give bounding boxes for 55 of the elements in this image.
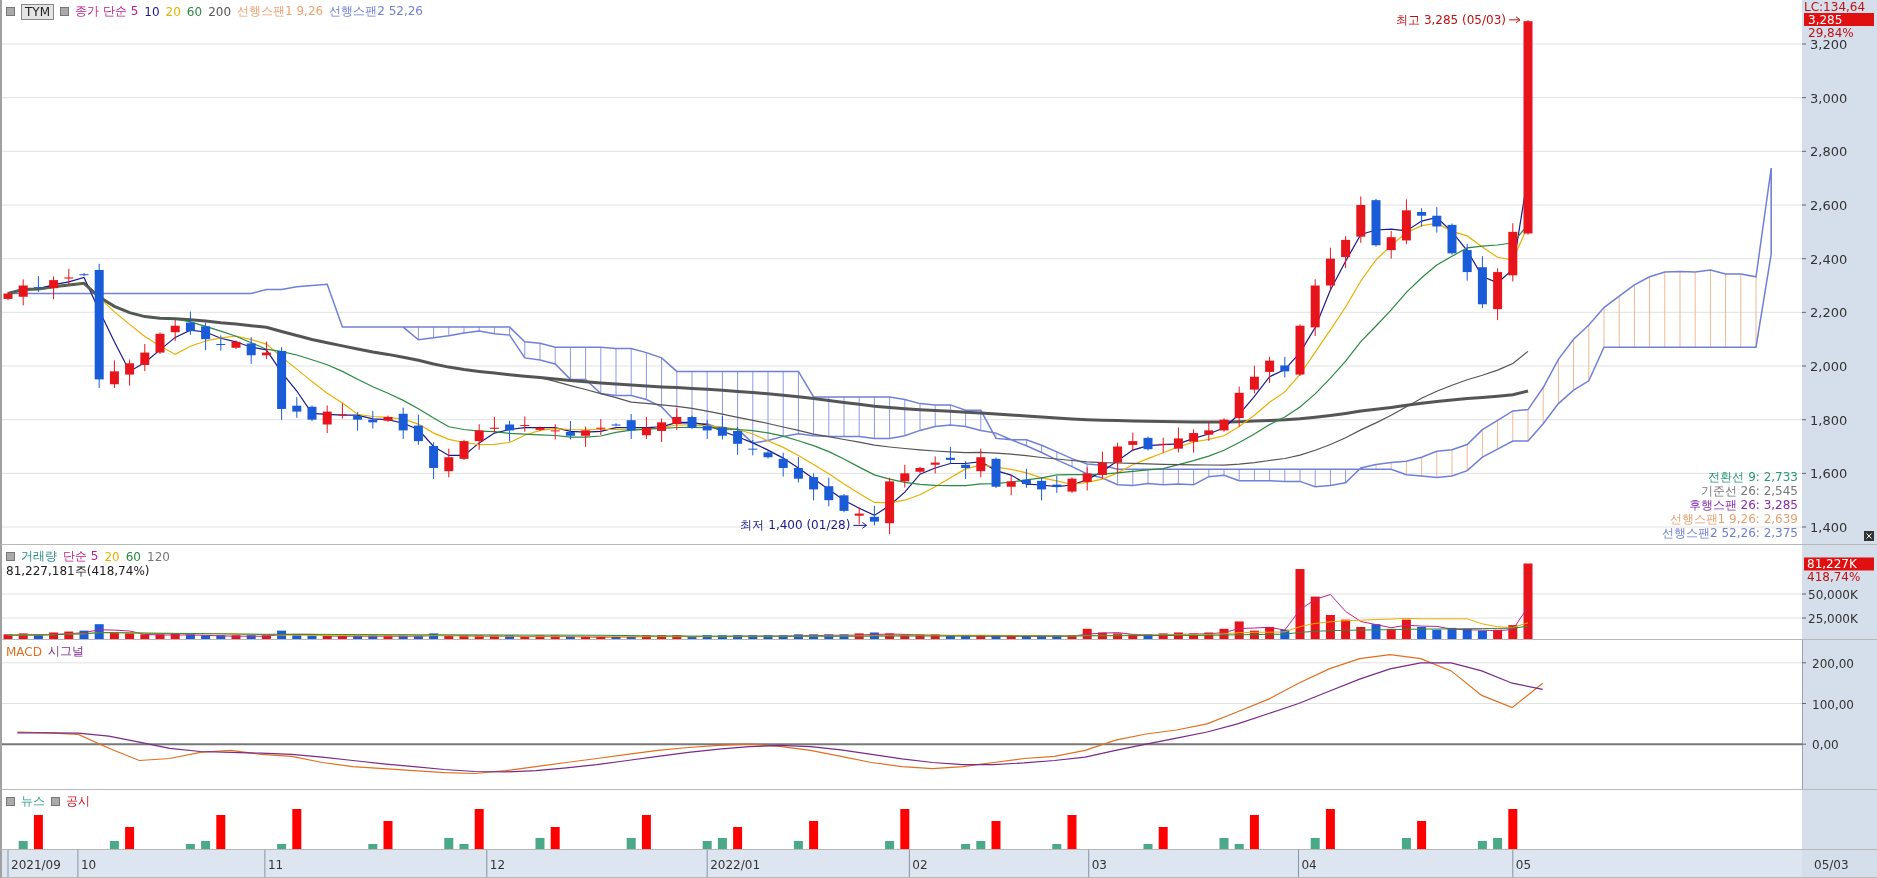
legend-label: 종가 단순 5 [75,3,139,20]
legend-label: 시그널 [48,643,84,660]
date-label: 05/03 [1814,858,1849,872]
lc-label: LC:134,64 [1804,0,1866,14]
volume-summary: 81,227,181주(418,74%) [6,563,150,580]
legend-label: 20 [165,4,181,19]
date-label: 12 [489,858,506,872]
high-price-label: 최고 3,285 (05/03) [1396,12,1506,27]
date-label: 2021/09 [11,858,61,872]
legend-label: MACD [6,644,42,659]
change-label: 29,84% [1808,26,1854,40]
date-label: 11 [267,858,284,872]
axis-label: 1,600 [1810,466,1848,482]
legend-label: 공시 [66,793,90,810]
indicator-reading: 선행스팬1 9,26: 2,639 [1669,512,1798,526]
axis-label: 3,200 [1810,37,1848,52]
axis-label: 2,400 [1810,251,1848,267]
legend-label: 거래량 [21,548,57,565]
date-label: 05 [1515,858,1532,872]
ratio-label: 418,74% [1807,570,1861,585]
legend-label: 200 [208,4,232,19]
legend-label: 10 [144,4,160,19]
price-badge: 3,285 [1804,13,1874,27]
indicator-reading: 전환선 9: 2,733 [1708,470,1798,484]
indicator-reading: 후행스팬 26: 3,285 [1688,498,1798,512]
low-price-label: 최저 1,400 (01/28) [740,518,851,533]
axis-label: 3,000 [1810,90,1848,106]
symbol-button[interactable]: TYM [21,3,54,20]
axis-label: 100,00 [1812,697,1854,712]
date-label: 10 [80,858,97,872]
axis-label: 25,000K [1808,612,1858,626]
axis-label: 2,800 [1810,144,1848,160]
axis-label: 2,000 [1810,359,1848,374]
date-label: 03 [1091,858,1107,872]
legend-label: 뉴스 [21,793,45,810]
date-label: 02 [912,858,928,872]
legend-label: 선행스팬2 52,26 [329,3,423,20]
axis-label: 1,400 [1810,520,1848,536]
axis-label: 200,00 [1812,656,1854,671]
legend-label: 60 [125,549,141,564]
volume-badge: 81,227K [1804,557,1874,572]
axis-label: 2,600 [1810,198,1848,213]
axis-label: 50,000K [1808,588,1858,602]
axis-label: 1,800 [1810,412,1848,428]
indicator-reading: 선행스팬2 52,26: 2,375 [1662,526,1798,540]
legend-label: 단순 5 [63,548,99,565]
legend-label: 선행스팬1 9,26 [237,3,324,20]
indicator-reading: 기준선 26: 2,545 [1700,484,1798,498]
legend-label: 120 [147,549,170,564]
legend-label: 60 [186,4,203,19]
axis-label: 2,200 [1810,305,1848,321]
date-label: 04 [1301,858,1317,872]
axis-label: 0,00 [1812,738,1839,753]
date-label: 2022/01 [710,858,761,872]
legend-label: 20 [104,549,120,564]
